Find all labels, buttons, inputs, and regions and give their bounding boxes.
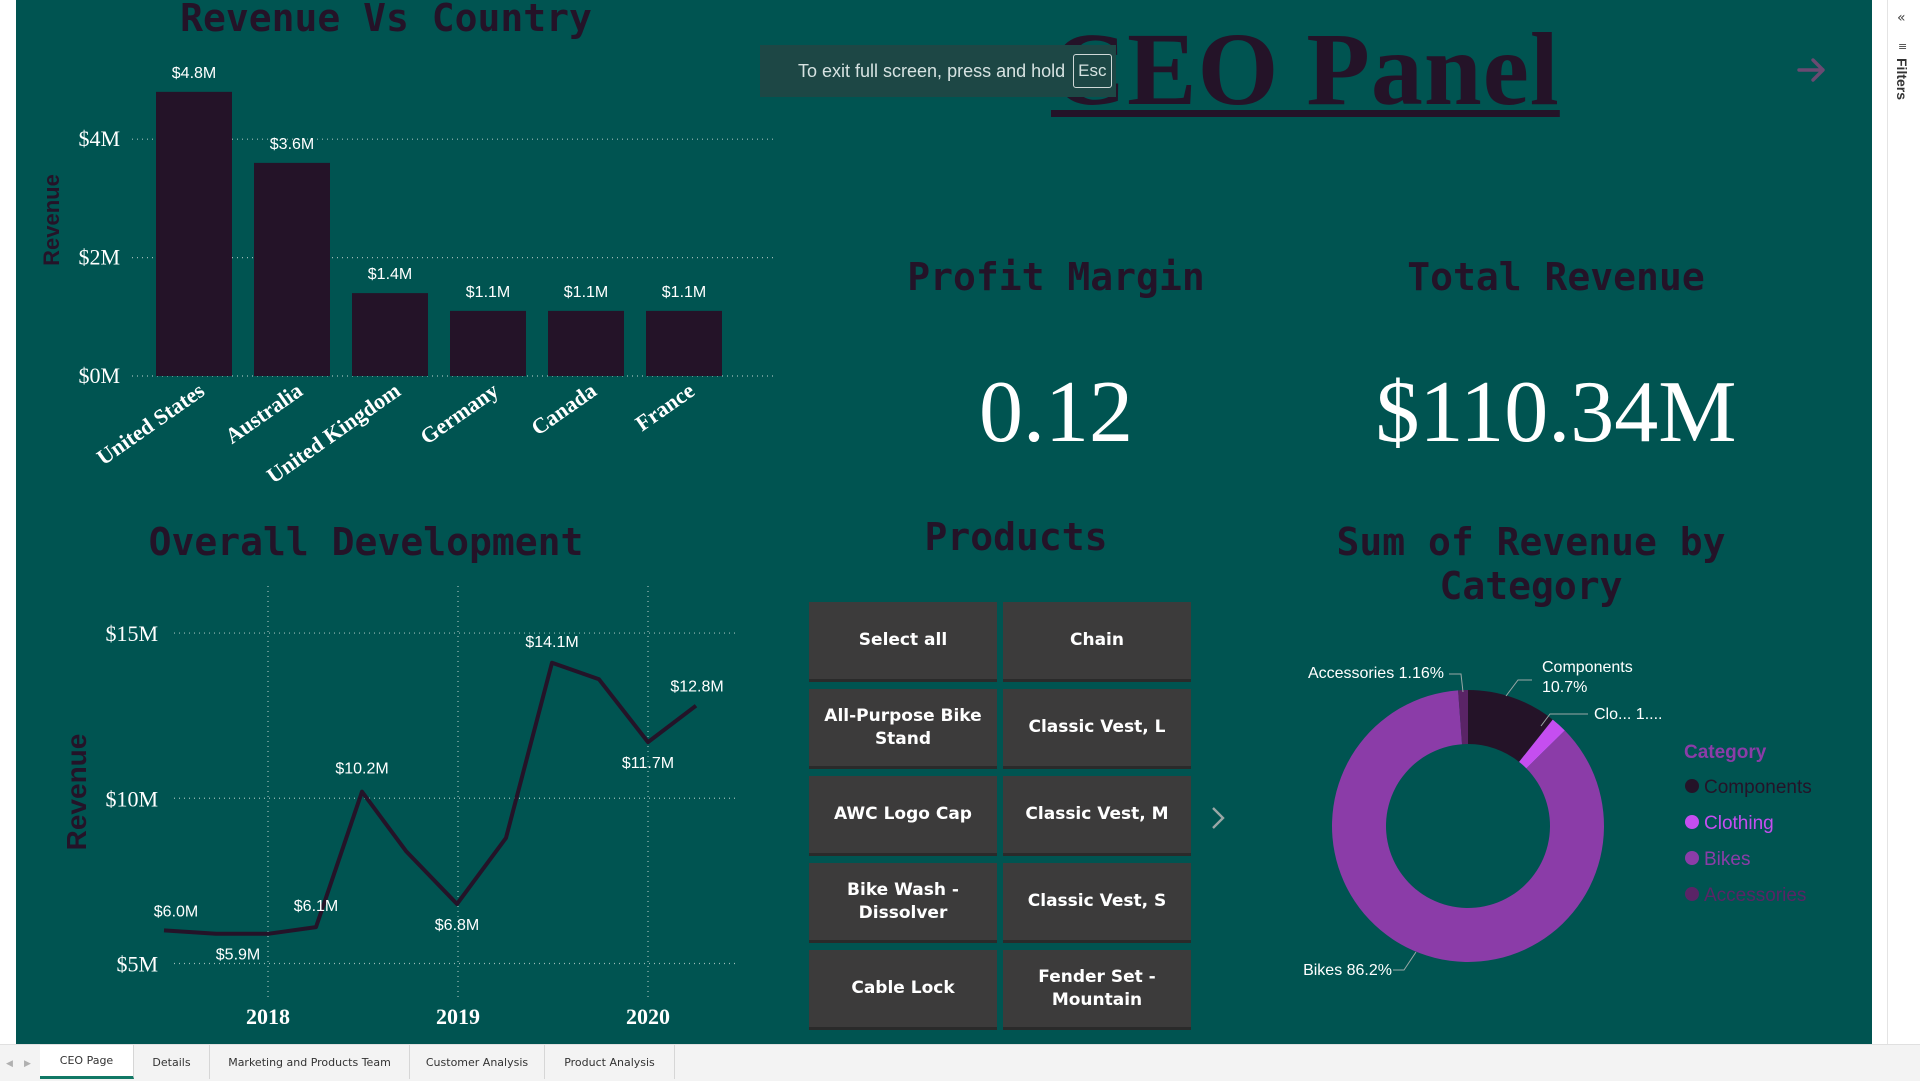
bar-chart-title: Revenue Vs Country <box>180 0 592 40</box>
leader-line <box>1449 673 1464 693</box>
next-page-arrow-icon[interactable] <box>1794 52 1830 88</box>
page-tab-bar: ◀ ▶ CEO Page Details Marketing and Produ… <box>0 1044 1920 1081</box>
slicer-item[interactable]: Cable Lock <box>809 950 997 1030</box>
total-revenue-value: $110.34M <box>1375 364 1737 461</box>
legend-swatch <box>1685 815 1699 829</box>
tab-scroll-left-icon[interactable]: ◀ <box>6 1059 13 1069</box>
x-tick-label: 2019 <box>436 1004 480 1029</box>
x-tick-label: Australia <box>220 378 306 449</box>
line-chart-title: Overall Development <box>148 520 584 564</box>
tab-ceo-page[interactable]: CEO Page <box>40 1045 134 1079</box>
slice-label: Bikes 86.2% <box>1303 962 1392 979</box>
slice-label: 10.7% <box>1542 679 1587 696</box>
fullscreen-exit-toast: To exit full screen, press and hold Esc <box>760 45 1116 97</box>
bar <box>156 91 232 376</box>
y-tick-label: $10M <box>105 786 158 811</box>
slicer-item[interactable]: Classic Vest, S <box>1003 863 1191 943</box>
toast-message: To exit full screen, press and hold <box>798 60 1066 81</box>
report-canvas: Revenue Vs Country $0M $2M $4M Revenue $4.8M… <box>16 0 1872 1044</box>
y-tick-label: $0M <box>78 363 120 388</box>
filter-icon: ≡ <box>1898 40 1908 53</box>
y-tick-label: $2M <box>78 245 120 270</box>
filters-label[interactable]: Filters <box>1894 58 1910 100</box>
page-title: CEO Panel <box>1051 12 1560 127</box>
revenue-by-country-chart[interactable]: $0M $2M $4M Revenue $4.8M United States $3.6M A… <box>16 40 796 510</box>
data-label: $10.2M <box>335 761 388 778</box>
legend-swatch <box>1685 779 1699 793</box>
tab-product-analysis[interactable]: Product Analysis <box>545 1045 675 1079</box>
bar-value-label: $1.1M <box>662 284 706 301</box>
legend-entry: Components <box>1704 777 1812 798</box>
slicer-item[interactable]: Classic Vest, M <box>1003 776 1191 856</box>
bar <box>254 162 330 376</box>
y-tick-label: $15M <box>105 621 158 646</box>
x-tick-label: France <box>630 377 699 435</box>
leader-line <box>1393 951 1417 971</box>
chevron-right-icon[interactable] <box>1206 803 1230 833</box>
bar <box>450 310 526 376</box>
tab-scroll-right-icon[interactable]: ▶ <box>24 1059 31 1069</box>
data-label: $11.7M <box>622 755 674 772</box>
legend-swatch <box>1685 887 1699 901</box>
bar-value-label: $1.1M <box>466 284 510 301</box>
x-tick-label: 2020 <box>626 1004 670 1029</box>
total-revenue-title: Total Revenue <box>1407 255 1705 299</box>
revenue-by-category-chart[interactable]: Accessories 1.16% Components 10.7% Clo... 1… <box>1256 650 1846 1030</box>
data-label: $14.1M <box>525 634 578 651</box>
data-label: $12.8M <box>670 679 723 696</box>
bar-value-label: $3.6M <box>270 136 314 153</box>
y-axis-label: Revenue <box>39 174 64 266</box>
y-tick-label: $4M <box>78 126 120 151</box>
x-tick-label: 2018 <box>246 1004 290 1029</box>
legend-title: Category <box>1684 742 1767 763</box>
slicer-item[interactable]: Classic Vest, L <box>1003 689 1191 769</box>
profit-margin-title: Profit Margin <box>907 255 1205 299</box>
legend-swatch <box>1685 851 1699 865</box>
tab-details[interactable]: Details <box>134 1045 210 1079</box>
slice-label: Clo... 1.... <box>1594 706 1662 723</box>
products-slicer-title: Products <box>924 515 1108 559</box>
profit-margin-value: 0.12 <box>979 364 1133 461</box>
collapse-chevron-icon[interactable]: « <box>1897 10 1906 26</box>
bar-value-label: $1.4M <box>368 266 412 283</box>
donut-chart-title: Sum of Revenue by Category <box>1336 520 1726 608</box>
y-axis-label: Revenue <box>61 734 92 851</box>
slicer-item[interactable]: Chain <box>1003 602 1191 682</box>
bar <box>548 310 624 376</box>
y-tick-label: $5M <box>116 951 158 976</box>
legend-entry: Clothing <box>1704 813 1774 834</box>
slice-label: Components <box>1542 659 1633 676</box>
data-label: $5.9M <box>216 947 260 964</box>
slicer-item[interactable]: Bike Wash - Dissolver <box>809 863 997 943</box>
esc-key-badge: Esc <box>1073 54 1112 88</box>
slice-label: Accessories 1.16% <box>1308 665 1444 682</box>
legend-entry: Accessories <box>1704 885 1806 906</box>
slicer-item[interactable]: All-Purpose Bike Stand <box>809 689 997 769</box>
x-tick-label: United States <box>92 377 209 470</box>
slicer-item[interactable]: Select all <box>809 602 997 682</box>
bar <box>352 293 428 376</box>
bar-value-label: $1.1M <box>564 284 608 301</box>
x-tick-label: Canada <box>526 378 600 441</box>
tab-marketing-and-products-team[interactable]: Marketing and Products Team <box>210 1045 410 1079</box>
data-label: $6.8M <box>435 917 479 934</box>
bar <box>646 310 722 376</box>
leader-line <box>1505 679 1532 697</box>
filters-pane[interactable]: « ≡ Filters <box>1887 0 1920 1044</box>
bar-value-label: $4.8M <box>172 65 216 82</box>
tab-customer-analysis[interactable]: Customer Analysis <box>410 1045 545 1079</box>
legend-entry: Bikes <box>1704 849 1750 870</box>
overall-development-chart[interactable]: $5M $10M $15M 2018 2019 2020 Revenue $6.0M $5.9M… <box>16 570 776 1044</box>
products-slicer[interactable]: Select all Chain All-Purpose Bike Stand … <box>809 602 1211 1042</box>
data-label: $6.0M <box>154 903 198 920</box>
data-label: $6.1M <box>294 898 338 915</box>
x-tick-label: Germany <box>415 378 502 450</box>
slicer-item[interactable]: Fender Set - Mountain <box>1003 950 1191 1030</box>
slicer-item[interactable]: AWC Logo Cap <box>809 776 997 856</box>
